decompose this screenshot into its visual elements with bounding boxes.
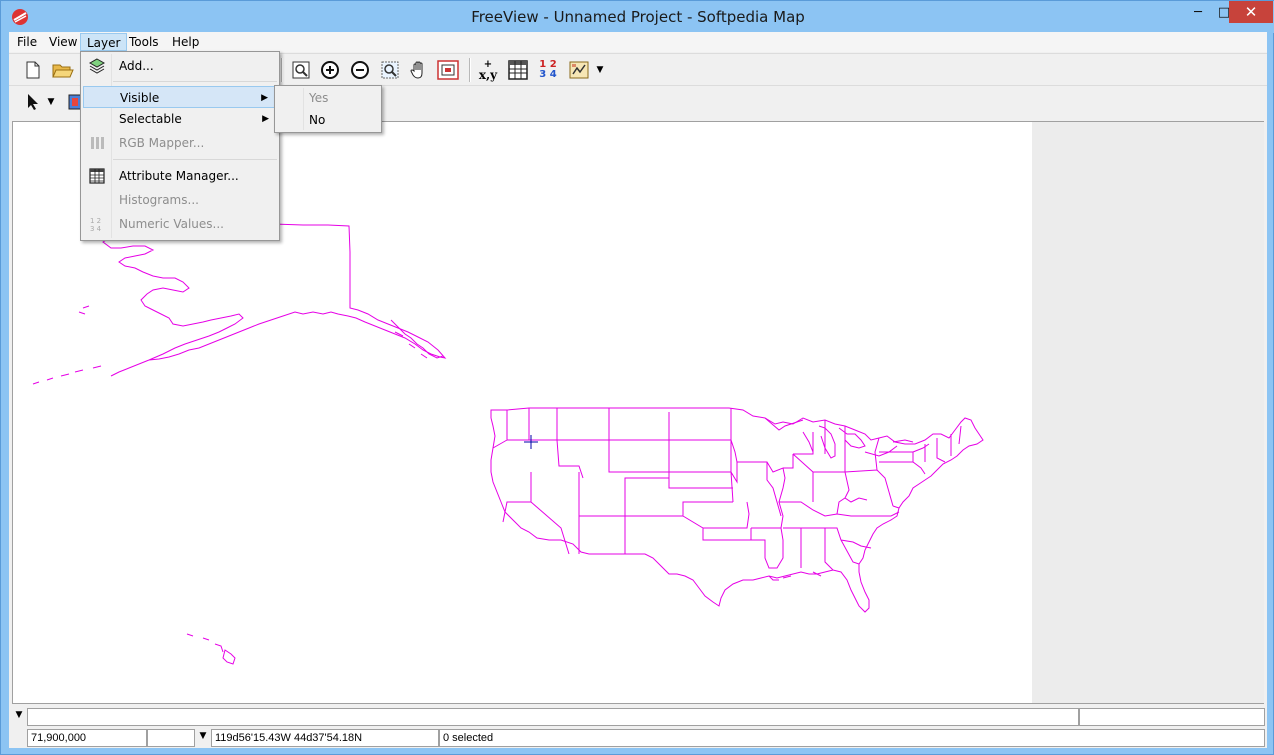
menu-item-attribute-manager[interactable]: Attribute Manager... [83,165,277,187]
pointer-dropdown-arrow[interactable]: ▼ [45,90,57,114]
zoom-out-icon [351,61,369,79]
zoom-in-button[interactable] [318,58,342,82]
alaska-west-islands [78,305,90,315]
numbers-bottom-label: 3 4 [539,69,557,80]
arrow-pointer-icon [28,94,38,110]
title-bar: FreeView - Unnamed Project - Softpedia M… [1,1,1274,33]
new-file-button[interactable] [21,58,45,82]
units-field [147,729,195,747]
zoom-window-button[interactable] [378,58,402,82]
status-bar-bottom: 71,900,000 ▼ 119d56'15.43W 44d37'54.18N … [9,728,1267,748]
new-file-icon [26,61,40,79]
numeric-values-icon: 1 23 4 [90,217,102,232]
submenu-item-no-label: No [309,113,326,127]
xy-coordinates-button[interactable]: + x,y [476,58,500,82]
menu-item-selectable-label: Selectable [119,112,182,126]
menu-item-attribute-manager-label: Attribute Manager... [119,169,239,183]
menu-item-histograms-label: Histograms... [119,193,199,207]
rgb-bars-icon [91,137,104,149]
zoom-window-icon [381,61,399,79]
menu-tools[interactable]: Tools [123,33,165,51]
status-message-field [27,708,1079,726]
menu-item-numeric-values[interactable]: 1 23 4 Numeric Values... [83,213,277,235]
submenu-item-no[interactable]: No [277,109,379,131]
app-window: FreeView - Unnamed Project - Softpedia M… [0,0,1274,755]
submenu-arrow-icon: ▶ [262,114,269,124]
visible-submenu: Yes No [274,85,382,133]
folder-open-icon [52,64,74,78]
legend-chart-icon [569,61,589,79]
selection-count-field: 0 selected [439,729,1265,747]
select-pointer-button[interactable] [21,90,45,114]
menu-item-selectable[interactable]: Selectable ▶ [83,108,277,130]
coordinates-field: 119d56'15.43W 44d37'54.18N [211,729,439,747]
menu-bar: File View Layer Tools Help [9,32,1267,52]
table-icon [89,168,105,184]
full-extent-icon [437,60,459,80]
submenu-item-yes[interactable]: Yes [277,87,379,109]
status-bar-top: ▼ [9,707,1267,727]
zoom-extent-button[interactable] [289,58,313,82]
legend-button[interactable] [567,58,591,82]
menu-layer[interactable]: Layer [80,33,128,51]
zoom-extent-icon [292,61,310,79]
submenu-item-yes-label: Yes [309,91,329,105]
menu-item-rgb-mapper[interactable]: RGB Mapper... [83,132,277,154]
zoom-out-button[interactable] [348,58,372,82]
hand-pan-icon [410,61,423,79]
open-file-button[interactable] [51,58,75,82]
alaska-coast-islands [390,319,444,359]
menu-item-numeric-values-label: Numeric Values... [119,217,224,231]
status-dropdown-arrow[interactable]: ▼ [13,710,25,724]
usa-mainland-outline [490,407,984,613]
status-extra-field [1079,708,1265,726]
legend-panel [1032,122,1264,703]
menu-item-add[interactable]: Add... [83,55,277,77]
pan-button[interactable] [407,58,431,82]
svg-text:1 2: 1 2 [90,217,101,225]
menu-file[interactable]: File [11,33,43,51]
xy-label: x,y [478,68,498,82]
menu-item-visible[interactable]: Visible ▶ [83,86,277,108]
table-icon [508,60,528,80]
menu-item-histograms[interactable]: Histograms... [83,189,277,211]
menu-item-rgb-mapper-label: RGB Mapper... [119,136,205,150]
crosshair-cursor [524,435,538,449]
scale-field[interactable]: 71,900,000 [27,729,147,747]
aleutian-islands [32,365,102,385]
coord-dropdown-arrow[interactable]: ▼ [197,731,209,745]
alaska-peninsula [110,359,150,377]
layers-add-icon [89,58,105,74]
full-extent-button[interactable] [436,58,460,82]
attribute-table-button[interactable] [506,58,530,82]
menu-view[interactable]: View [43,33,83,51]
hawaii-islands [186,633,236,665]
menu-item-visible-label: Visible [120,91,160,105]
svg-text:3 4: 3 4 [90,225,102,232]
close-button[interactable]: ✕ [1229,1,1273,23]
menu-help[interactable]: Help [166,33,205,51]
state-lines [492,408,962,571]
window-title: FreeView - Unnamed Project - Softpedia M… [471,8,805,26]
alaska-outline [102,223,447,361]
menu-item-add-label: Add... [119,59,154,73]
submenu-arrow-icon: ▶ [261,93,268,103]
legend-dropdown-arrow[interactable]: ▼ [593,58,607,82]
zoom-in-icon [321,61,339,79]
numeric-values-button[interactable]: 1 2 3 4 [536,58,560,82]
layer-menu-dropdown: Add... Visible ▶ Selectable ▶ RGB Mapper… [80,51,280,241]
